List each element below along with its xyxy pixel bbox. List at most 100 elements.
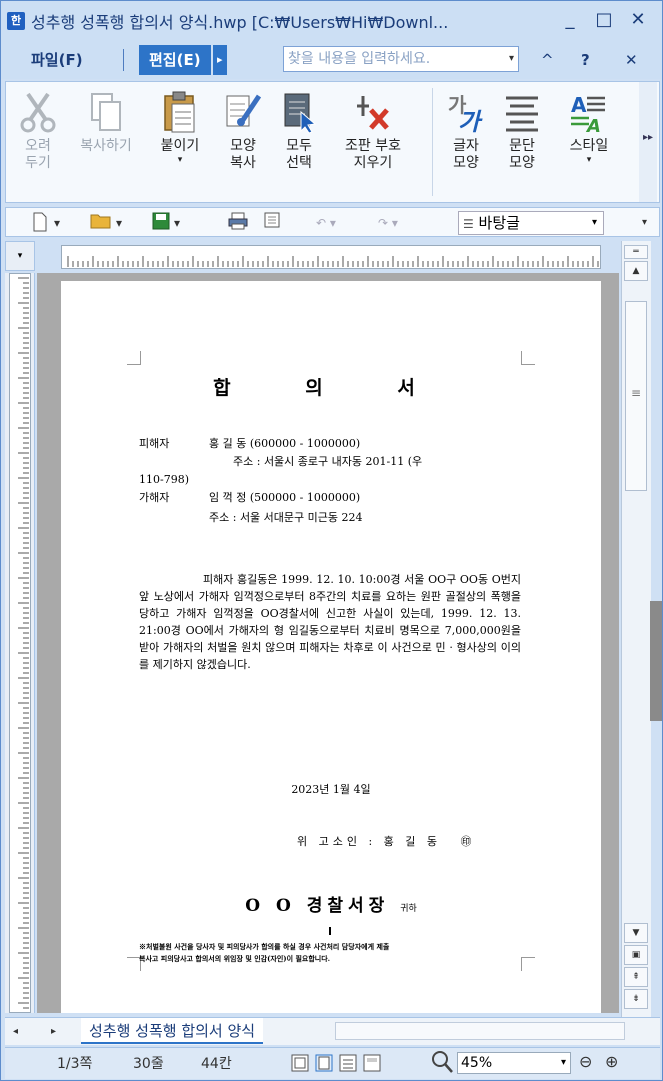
zoom-in-icon[interactable]: ⊕ bbox=[605, 1052, 618, 1072]
quick-toolbar: ▾ ▾ ▾ ↶ ▾ ↷ ▾ ☰ 바탕글 ▾ ▾ bbox=[5, 207, 660, 237]
copy-label: 복사하기 bbox=[80, 138, 132, 154]
style-icon: AA bbox=[558, 86, 620, 138]
offender-address: 주소 : 서울 서대문구 미근동 224 bbox=[209, 511, 363, 524]
status-bar: 1/3쪽 30줄 44칸 45% ▾ ⊖ ⊕ bbox=[5, 1047, 660, 1079]
select-all-button[interactable]: 모두 선택 bbox=[274, 86, 324, 172]
ribbon-collapse-icon[interactable]: ^ bbox=[531, 45, 564, 75]
tab-next-icon[interactable]: ▸ bbox=[51, 1021, 56, 1043]
style-label: 스타일 bbox=[569, 138, 609, 154]
menu-file[interactable]: 파일(F) bbox=[21, 45, 93, 75]
zoom-dropdown-icon[interactable]: ▾ bbox=[561, 1053, 566, 1073]
close-button[interactable]: ✕ bbox=[625, 7, 651, 33]
side-panel-handle[interactable] bbox=[650, 601, 662, 721]
menu-edit[interactable]: 편집(E) bbox=[139, 45, 211, 75]
victim-address: 주소 : 서울시 종로구 내자동 201-11 (우 bbox=[233, 455, 423, 468]
zoom-select[interactable]: 45% ▾ bbox=[457, 1052, 571, 1074]
search-dropdown-icon[interactable]: ▾ bbox=[509, 47, 514, 71]
char-shape-button[interactable]: 가가 글자 모양 bbox=[444, 86, 488, 172]
undo-icon[interactable]: ↶ ▾ bbox=[316, 212, 336, 234]
tab-prev-icon[interactable]: ◂ bbox=[13, 1021, 18, 1043]
delete-marks-icon bbox=[330, 86, 416, 138]
para-shape-button[interactable]: 문단 모양 bbox=[500, 86, 544, 172]
view-normal-icon[interactable] bbox=[291, 1054, 309, 1078]
help-icon[interactable]: ? bbox=[571, 45, 600, 75]
agreement-date: 2023년 1월 4일 bbox=[291, 783, 371, 796]
para-shape-label: 문단 모양 bbox=[509, 138, 535, 171]
copy-button[interactable]: 복사하기 bbox=[66, 86, 146, 155]
view-outline-icon[interactable] bbox=[339, 1054, 357, 1078]
ruler-corner-button[interactable]: ▾ bbox=[5, 241, 35, 271]
column-indicator: 44칸 bbox=[201, 1056, 232, 1072]
signer-line: 위 고소인 : 홍 길 동 ㊞ bbox=[297, 835, 476, 849]
new-dropdown-icon[interactable]: ▾ bbox=[54, 212, 60, 234]
zoom-magnifier-icon[interactable] bbox=[431, 1050, 453, 1080]
minimize-button[interactable]: _ bbox=[557, 7, 583, 33]
ribbon-separator bbox=[432, 88, 433, 196]
agreement-body: 피해자 홍길동은 1999. 12. 10. 10:00경 서울 OO구 OO동… bbox=[139, 573, 521, 671]
save-icon[interactable] bbox=[152, 212, 170, 234]
menu-bar: 파일(F) 편집(E) ▸ 찾을 내용을 입력하세요. ▾ ^ ? ✕ bbox=[1, 41, 662, 79]
style-button[interactable]: AA 스타일 ▾ bbox=[558, 86, 620, 165]
next-page-icon[interactable]: ⇟ bbox=[624, 989, 648, 1009]
save-dropdown-icon[interactable]: ▾ bbox=[174, 212, 180, 234]
scroll-up-icon[interactable]: ▲ bbox=[624, 261, 648, 281]
format-copy-button[interactable]: 모양 복사 bbox=[218, 86, 268, 172]
scroll-thumb[interactable]: ≡ bbox=[625, 301, 647, 491]
style-select[interactable]: ☰ 바탕글 ▾ bbox=[458, 211, 604, 235]
open-folder-icon[interactable] bbox=[90, 212, 112, 234]
hwp-app-icon[interactable]: 한 bbox=[7, 12, 25, 30]
document-page[interactable]: 합 의 서 피해자 홍 길 동 (600000 - 1000000) 주소 : … bbox=[61, 281, 601, 1013]
preview-icon[interactable] bbox=[262, 212, 282, 234]
style-select-value: 바탕글 bbox=[478, 214, 520, 232]
vertical-ruler-track bbox=[9, 273, 31, 1013]
victim-name: 홍 길 동 (600000 - 1000000) bbox=[209, 437, 361, 450]
split-view-icon[interactable]: ═ bbox=[624, 245, 648, 259]
paste-dropdown-icon[interactable]: ▾ bbox=[150, 155, 210, 165]
zoom-out-icon[interactable]: ⊖ bbox=[579, 1052, 592, 1072]
vertical-ruler[interactable] bbox=[5, 273, 35, 1013]
toolbar-more-icon[interactable]: ▾ bbox=[642, 212, 647, 234]
style-select-dropdown-icon[interactable]: ▾ bbox=[592, 212, 597, 234]
prev-page-icon[interactable]: ⇞ bbox=[624, 967, 648, 987]
paste-button[interactable]: 붙이기 ▾ bbox=[150, 86, 210, 165]
zoom-value: 45% bbox=[461, 1055, 493, 1071]
seal-icon: ㊞ bbox=[460, 835, 476, 848]
title-bar: 한 성추행 성폭행 합의서 양식.hwp [C:₩Users₩Hi₩Downl.… bbox=[1, 1, 662, 41]
search-input[interactable]: 찾을 내용을 입력하세요. ▾ bbox=[283, 46, 519, 72]
style-list-icon: ☰ bbox=[463, 217, 474, 231]
page-view-icon[interactable]: ▣ bbox=[624, 945, 648, 965]
redo-icon[interactable]: ↷ ▾ bbox=[378, 212, 398, 234]
view-page-icon[interactable] bbox=[315, 1054, 333, 1078]
cut-button[interactable]: 오려 두기 bbox=[16, 86, 60, 172]
print-icon[interactable] bbox=[228, 212, 248, 234]
line-indicator: 30줄 bbox=[133, 1056, 164, 1072]
open-dropdown-icon[interactable]: ▾ bbox=[116, 212, 122, 234]
scissors-icon bbox=[16, 86, 60, 138]
format-copy-label: 모양 복사 bbox=[230, 138, 256, 171]
menu-expand-icon[interactable]: ▸ bbox=[213, 45, 227, 75]
doc-close-icon[interactable]: ✕ bbox=[615, 45, 648, 75]
page-corner-mark bbox=[521, 351, 535, 365]
maximize-button[interactable]: □ bbox=[591, 7, 617, 33]
vertical-scrollbar[interactable]: ═ ▲ ≡ ▼ ▣ ⇞ ⇟ bbox=[621, 241, 651, 1017]
scroll-down-icon[interactable]: ▼ bbox=[624, 923, 648, 943]
horizontal-ruler[interactable] bbox=[61, 245, 604, 269]
document-area[interactable]: 합 의 서 피해자 홍 길 동 (600000 - 1000000) 주소 : … bbox=[37, 273, 619, 1013]
svg-text:A: A bbox=[571, 93, 587, 117]
new-document-icon[interactable] bbox=[32, 212, 48, 234]
page-indicator[interactable]: 1/3쪽 bbox=[57, 1054, 92, 1074]
copy-icon bbox=[66, 86, 146, 138]
station-name: O O 경찰서장 bbox=[245, 896, 390, 916]
tab-document[interactable]: 성추행 성폭행 합의서 양식 bbox=[81, 1018, 264, 1044]
style-dropdown-icon[interactable]: ▾ bbox=[558, 155, 620, 165]
svg-text:가: 가 bbox=[458, 108, 483, 134]
ribbon-more-icon[interactable]: ▸▸ bbox=[639, 82, 657, 202]
footnote-line-1: ※처벌불원 사건을 당사자 및 피의당사가 합의를 하실 경우 사건처리 담당자… bbox=[139, 942, 390, 951]
select-all-label: 모두 선택 bbox=[286, 138, 312, 171]
clear-marks-button[interactable]: 조판 부호 지우기 bbox=[330, 86, 416, 172]
signer-text: 위 고소인 : 홍 길 동 bbox=[297, 835, 442, 848]
horizontal-scrollbar[interactable] bbox=[335, 1022, 625, 1040]
thumb-grip-icon: ≡ bbox=[630, 386, 642, 400]
char-shape-icon: 가가 bbox=[444, 86, 488, 138]
view-web-icon[interactable] bbox=[363, 1054, 381, 1078]
